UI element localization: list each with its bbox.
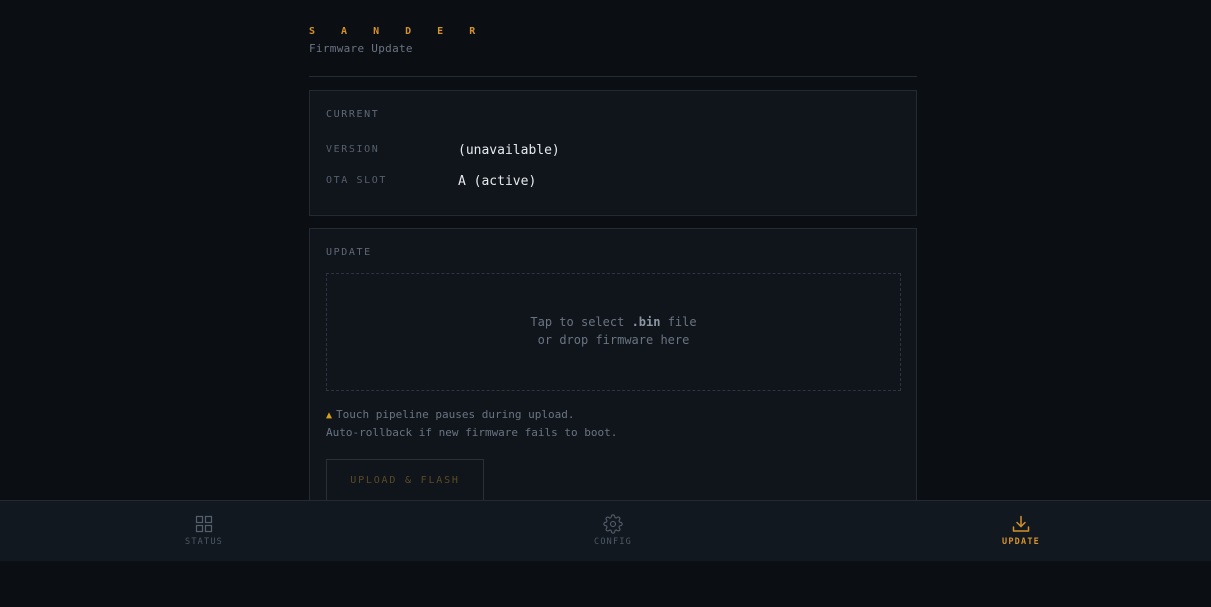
current-card: CURRENT VERSION (unavailable) OTA SLOT A… [309,90,917,216]
gear-icon [603,514,623,534]
page-subtitle: Firmware Update [309,42,413,55]
tab-config[interactable]: CONFIG [533,501,693,561]
tab-config-label: CONFIG [594,537,632,547]
current-card-title: CURRENT [326,109,380,120]
update-card-title: UPDATE [326,247,372,258]
dropzone-line-1: Tap to select .bin file [327,315,900,329]
ota-slot-label: OTA SLOT [326,175,387,186]
ota-slot-value: A (active) [458,174,537,189]
download-icon [1011,514,1031,534]
header-divider [309,76,917,77]
upload-flash-button[interactable]: UPLOAD & FLASH [326,459,484,503]
tab-update-label: UPDATE [1002,537,1040,547]
bottom-tab-bar: STATUS CONFIG UPDATE [0,500,1211,561]
rollback-note: Auto-rollback if new firmware fails to b… [326,426,618,439]
grid-icon [194,514,214,534]
update-card: UPDATE Tap to select .bin file or drop f… [309,228,917,528]
brand-title: S A N D E R [309,26,486,37]
dropzone-prefix: Tap to select [530,315,632,329]
dropzone-file-ext: .bin [631,315,661,329]
firmware-update-page: S A N D E R Firmware Update CURRENT VERS… [0,0,1211,607]
firmware-dropzone[interactable]: Tap to select .bin file or drop firmware… [326,273,901,391]
version-value: (unavailable) [458,143,560,158]
warning-note: ▲ Touch pipeline pauses during upload. [326,408,574,421]
tab-update[interactable]: UPDATE [941,501,1101,561]
warning-note-text: Touch pipeline pauses during upload. [336,408,575,421]
version-label: VERSION [326,144,380,155]
tab-status-label: STATUS [185,537,223,547]
dropzone-suffix: file [660,315,697,329]
dropzone-line-2: or drop firmware here [537,333,690,347]
warning-triangle-icon: ▲ [326,410,333,421]
tab-status[interactable]: STATUS [124,501,284,561]
